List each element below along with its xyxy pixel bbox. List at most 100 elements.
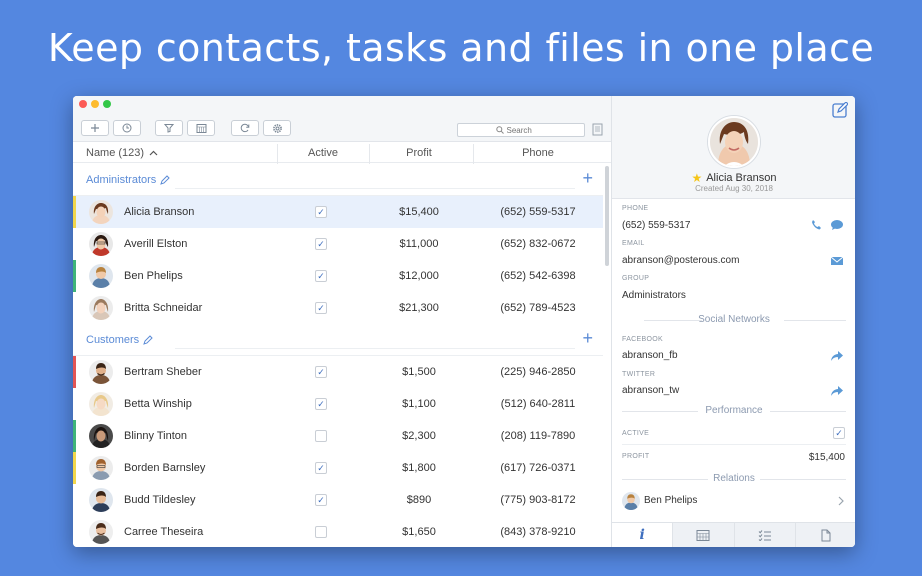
contact-row[interactable]: Alicia Branson ✓ $15,400 (652) 559-5317 (73, 196, 603, 228)
calendar-button[interactable] (187, 120, 215, 136)
window-controls (79, 100, 111, 108)
profit-value: $1,800 (402, 462, 436, 474)
zoom-window-button[interactable] (103, 100, 111, 108)
column-divider (369, 144, 370, 164)
add-to-group-button[interactable]: + (582, 328, 593, 349)
profit-value: $890 (406, 494, 432, 506)
phone-value: (652) 789-4523 (500, 302, 576, 314)
avatar (89, 264, 113, 288)
mail-icon[interactable] (830, 255, 844, 267)
avatar (89, 200, 113, 224)
contact-avatar (708, 116, 760, 168)
contact-row[interactable]: Britta Schneidar ✓ $21,300 (652) 789-4523 (73, 292, 603, 324)
twitter-value[interactable]: abranson_tw (622, 385, 679, 396)
group-name[interactable]: Administrators (86, 174, 171, 186)
contact-name-line: ★ Alicia Branson (612, 171, 855, 185)
profit-value: $11,000 (399, 238, 439, 250)
active-checkbox[interactable]: ✓ (833, 427, 845, 439)
active-column-header[interactable]: Active (277, 147, 369, 159)
edit-pencil-icon[interactable] (160, 175, 171, 185)
active-checkbox[interactable]: ✓ (315, 270, 327, 282)
profit-value: $1,650 (402, 526, 436, 538)
active-checkbox[interactable]: ✓ (315, 398, 327, 410)
edit-icon[interactable] (832, 102, 848, 118)
relation-item[interactable]: Ben Phelips (612, 490, 855, 512)
group-value: Administrators (622, 290, 686, 301)
contact-header: ★ Alicia Branson Created Aug 30, 2018 (612, 96, 855, 199)
created-date: Created Aug 30, 2018 (695, 184, 773, 193)
column-header: Name (123) Active Profit Phone (73, 143, 611, 163)
column-divider (473, 144, 474, 164)
contact-row[interactable]: Budd Tildesley ✓ $890 (775) 903-8172 (73, 484, 603, 516)
clock-icon (122, 123, 132, 133)
active-checkbox[interactable] (315, 430, 327, 442)
tab-files[interactable] (794, 523, 855, 547)
detail-tabs: i (612, 522, 855, 547)
active-checkbox[interactable]: ✓ (315, 366, 327, 378)
add-button[interactable] (81, 120, 109, 136)
search-field[interactable] (457, 123, 585, 137)
edit-pencil-icon[interactable] (143, 335, 153, 345)
color-tag (73, 420, 76, 452)
active-checkbox[interactable]: ✓ (315, 238, 327, 250)
close-window-button[interactable] (79, 100, 87, 108)
contact-name: Betta Winship (124, 398, 192, 410)
avatar (89, 424, 113, 448)
contact-name: Carree Theseira (124, 526, 204, 538)
facebook-label: FACEBOOK (622, 336, 663, 343)
list-view-button[interactable] (592, 123, 604, 142)
phone-value: (775) 903-8172 (500, 494, 576, 506)
favorite-star-icon[interactable]: ★ (691, 171, 702, 185)
group-name[interactable]: Customers (86, 334, 153, 346)
contact-row[interactable]: Averill Elston ✓ $11,000 (652) 832-0672 (73, 228, 603, 260)
contact-row[interactable]: Blinny Tinton $2,300 (208) 119-7890 (73, 420, 603, 452)
phone-value[interactable]: (652) 559-5317 (622, 220, 690, 231)
contact-name: Britta Schneidar (124, 302, 203, 314)
active-checkbox[interactable]: ✓ (315, 494, 327, 506)
phone-icon[interactable] (810, 219, 824, 231)
message-icon[interactable] (830, 219, 844, 231)
search-input[interactable] (506, 125, 547, 135)
contact-row[interactable]: Borden Barnsley ✓ $1,800 (617) 726-0371 (73, 452, 603, 484)
active-checkbox[interactable]: ✓ (315, 462, 327, 474)
scrollbar[interactable] (605, 166, 609, 266)
active-checkbox[interactable] (315, 526, 327, 538)
phone-value: (843) 378-9210 (500, 526, 576, 538)
minimize-window-button[interactable] (91, 100, 99, 108)
active-checkbox[interactable]: ✓ (315, 302, 327, 314)
tab-tasks[interactable] (733, 523, 795, 547)
avatar (89, 456, 113, 480)
phone-column-header[interactable]: Phone (473, 147, 603, 159)
contact-row[interactable]: Carree Theseira $1,650 (843) 378-9210 (73, 516, 603, 547)
profit-column-header[interactable]: Profit (369, 147, 469, 159)
profit-value: $1,500 (402, 366, 436, 378)
contact-row[interactable]: Bertram Sheber ✓ $1,500 (225) 946-2850 (73, 356, 603, 388)
search-icon (495, 126, 504, 134)
facebook-value[interactable]: abranson_fb (622, 350, 678, 361)
email-value[interactable]: abranson@posterous.com (622, 255, 739, 266)
contacts-list-pane: Name (123) Active Profit Phone Administr… (73, 96, 611, 547)
share-arrow-icon[interactable] (830, 385, 844, 397)
contact-row[interactable]: Betta Winship ✓ $1,100 (512) 640-2811 (73, 388, 603, 420)
active-checkbox[interactable]: ✓ (315, 206, 327, 218)
contact-row[interactable]: Ben Phelips ✓ $12,000 (652) 542-6398 (73, 260, 603, 292)
sync-button[interactable] (231, 120, 259, 136)
contact-name: Budd Tildesley (124, 494, 196, 506)
tab-calendar[interactable] (672, 523, 734, 547)
name-column-header[interactable]: Name (123) (86, 147, 158, 159)
share-arrow-icon[interactable] (830, 350, 844, 362)
phone-value: (225) 946-2850 (500, 366, 576, 378)
avatar (89, 360, 113, 384)
filter-icon (164, 124, 174, 133)
avatar (89, 392, 113, 416)
color-tag (73, 452, 76, 484)
tab-info[interactable]: i (612, 523, 673, 547)
filter-button[interactable] (155, 120, 183, 136)
phone-value: (652) 542-6398 (500, 270, 576, 282)
info-icon: i (639, 527, 645, 543)
add-to-group-button[interactable]: + (582, 168, 593, 189)
history-button[interactable] (113, 120, 141, 136)
email-label: EMAIL (622, 240, 645, 247)
settings-button[interactable] (263, 120, 291, 136)
performance-title: Performance (705, 405, 763, 416)
